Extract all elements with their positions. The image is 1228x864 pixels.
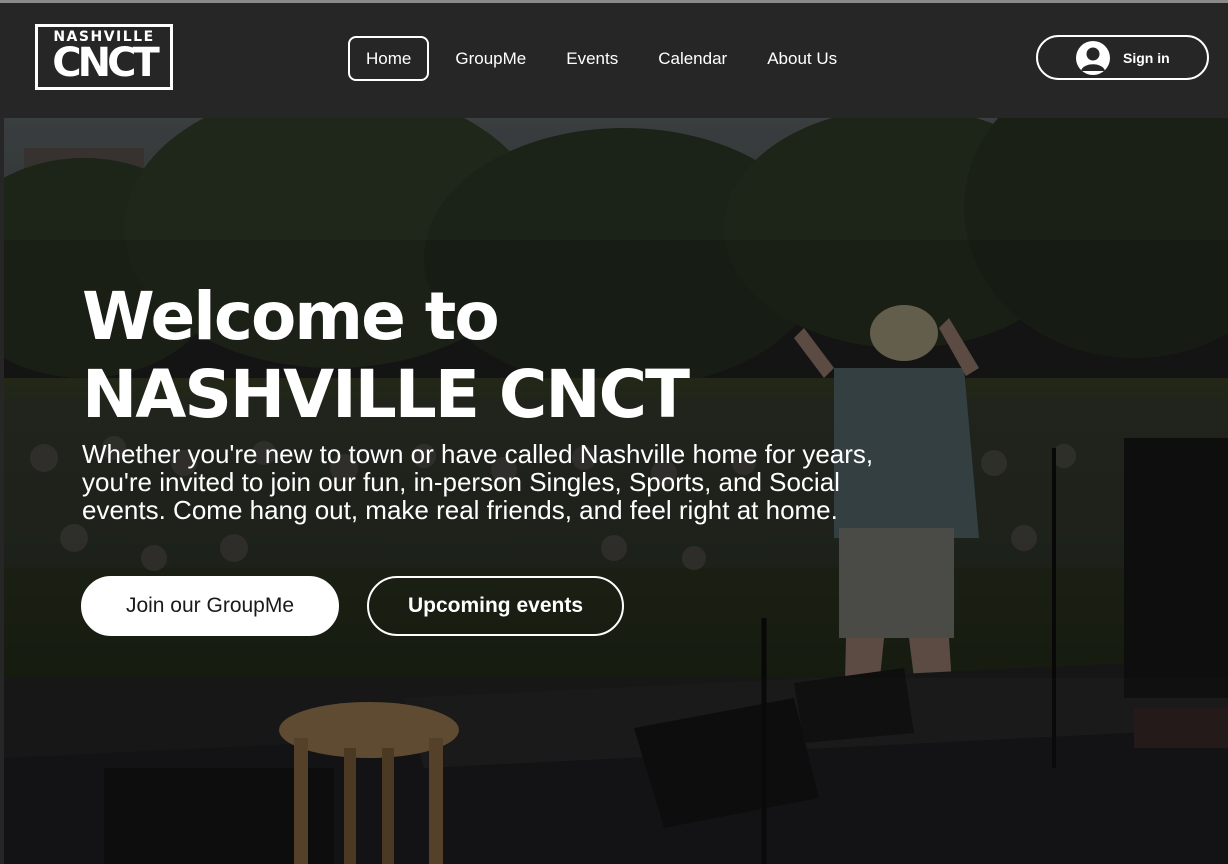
hero-title-line-1: Welcome to bbox=[82, 278, 500, 355]
hero-description: Whether you're new to town or have calle… bbox=[82, 439, 874, 525]
site-logo[interactable]: NASHVILLE CNCT bbox=[35, 24, 173, 90]
main-nav: Home GroupMe Events Calendar About Us bbox=[348, 35, 857, 82]
join-groupme-button[interactable]: Join our GroupMe bbox=[81, 576, 339, 636]
hero-title-line-2: NASHVILLE CNCT bbox=[82, 356, 690, 433]
sign-in-label: Sign in bbox=[1123, 49, 1170, 66]
site-header: NASHVILLE CNCT Home GroupMe Events Calen… bbox=[0, 3, 1228, 118]
logo-bottom-text: CNCT bbox=[52, 40, 159, 86]
nav-item-groupme[interactable]: GroupMe bbox=[435, 36, 546, 81]
nav-item-calendar[interactable]: Calendar bbox=[638, 36, 747, 81]
nav-item-about-us[interactable]: About Us bbox=[747, 36, 857, 81]
nav-item-events[interactable]: Events bbox=[546, 36, 638, 81]
upcoming-events-button[interactable]: Upcoming events bbox=[367, 576, 624, 636]
hero-title: Welcome to NASHVILLE CNCT bbox=[82, 278, 690, 434]
page: NASHVILLE CNCT Home GroupMe Events Calen… bbox=[0, 0, 1228, 864]
sign-in-button[interactable]: Sign in bbox=[1036, 35, 1209, 80]
hero-section: Welcome to NASHVILLE CNCT Whether you're… bbox=[4, 118, 1228, 864]
user-avatar-icon bbox=[1076, 40, 1110, 75]
nav-item-home[interactable]: Home bbox=[348, 36, 430, 81]
